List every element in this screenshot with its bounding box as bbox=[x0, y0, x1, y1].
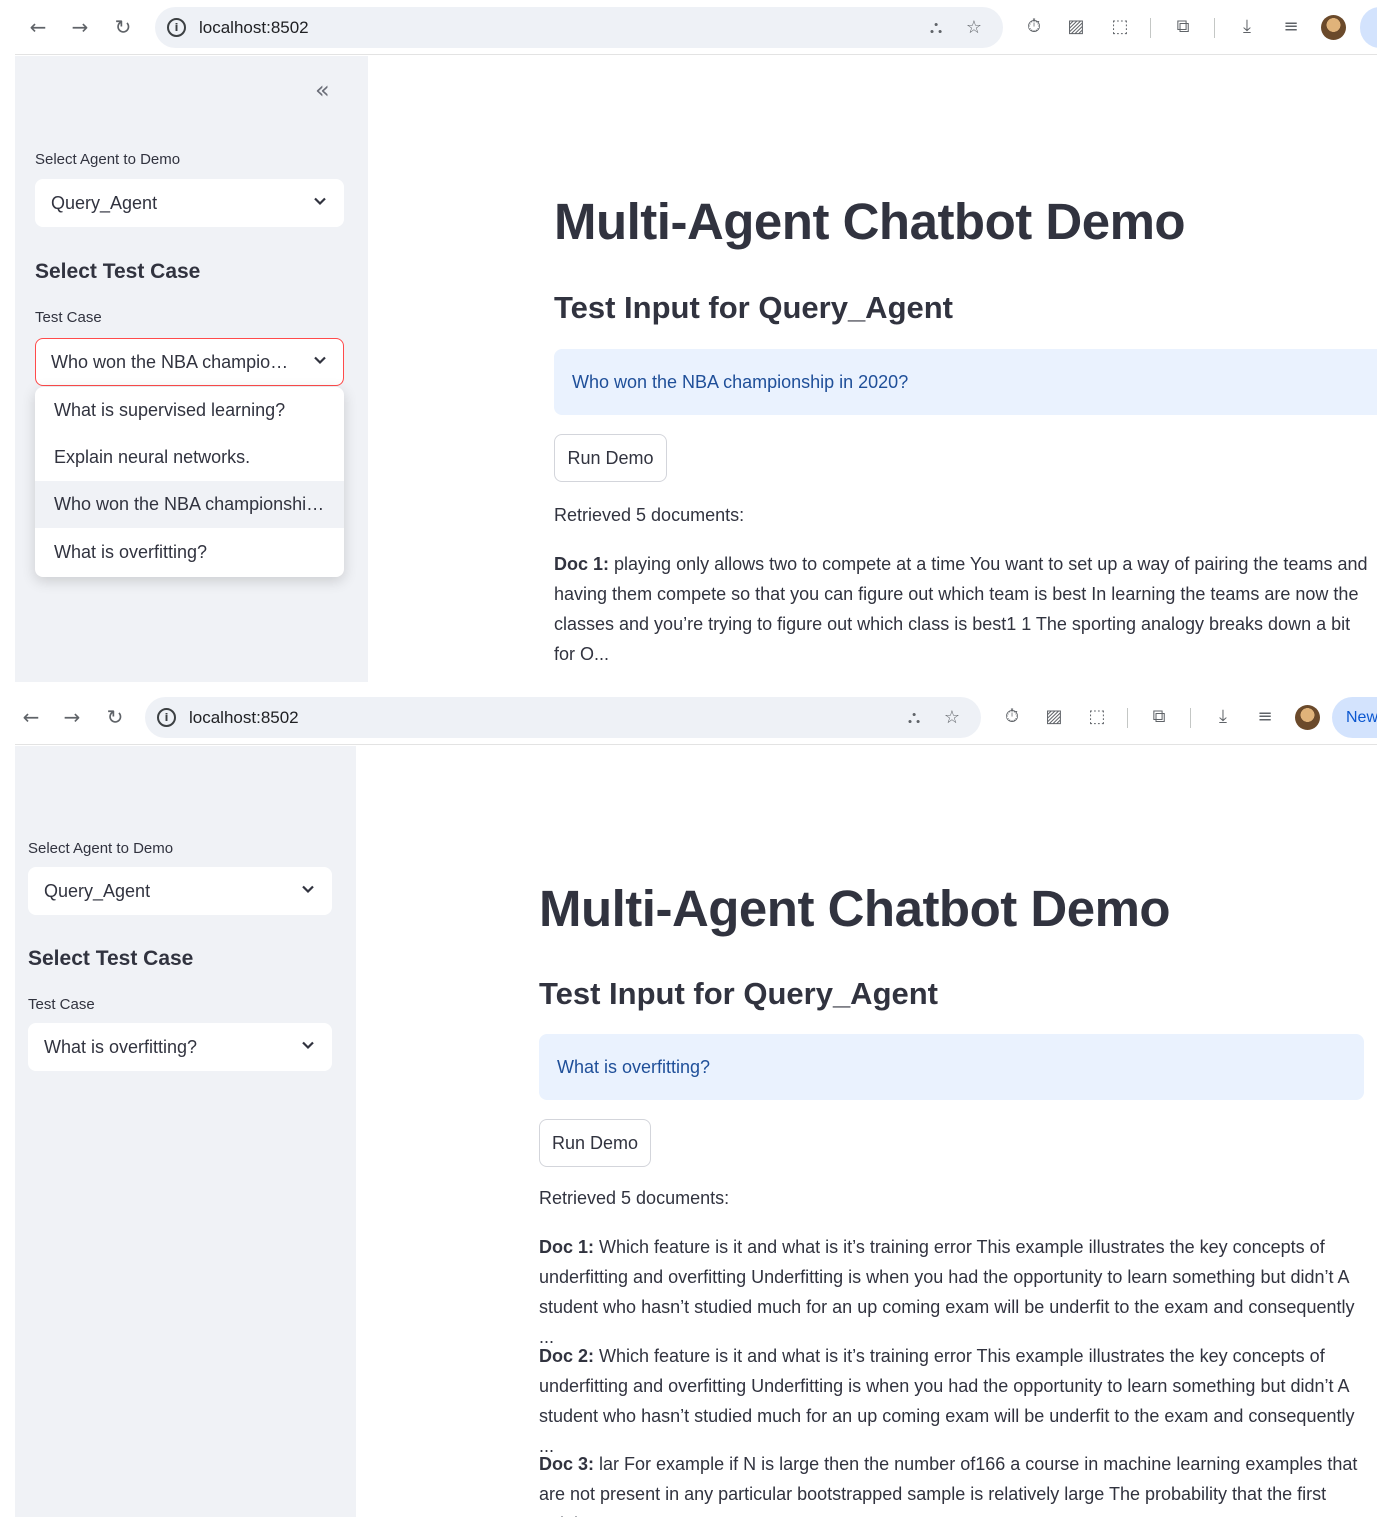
test-input-text: Who won the NBA championship in 2020? bbox=[572, 372, 909, 392]
avatar[interactable] bbox=[1321, 15, 1346, 40]
test-case-select[interactable]: Who won the NBA champio… bbox=[35, 338, 344, 386]
media-controls-icon[interactable]: ≡ bbox=[1279, 15, 1303, 39]
doc-label: Doc 2: bbox=[539, 1346, 595, 1366]
doc-item: Doc 1: playing only allows two to compet… bbox=[554, 549, 1372, 669]
test-case-label: Test Case bbox=[35, 309, 102, 326]
doc-text: lar For example if N is large then the n… bbox=[539, 1454, 1358, 1517]
doc-item: Doc 1: Which feature is it and what is i… bbox=[539, 1232, 1364, 1352]
address-url[interactable]: localhost:8502 bbox=[189, 708, 299, 728]
test-input-box: Who won the NBA championship in 2020? bbox=[554, 349, 1377, 415]
test-case-label: Test Case bbox=[28, 996, 95, 1013]
doc-item: Doc 2: Which feature is it and what is i… bbox=[539, 1341, 1364, 1461]
new-button[interactable] bbox=[1360, 7, 1377, 48]
sidebar: « Select Agent to Demo Query_Agent Selec… bbox=[15, 56, 368, 682]
page-title: Multi-Agent Chatbot Demo bbox=[539, 880, 1171, 937]
test-case-heading: Select Test Case bbox=[35, 260, 201, 283]
timer-icon[interactable]: ⏱ bbox=[1000, 705, 1024, 729]
doc-label: Doc 3: bbox=[539, 1454, 595, 1474]
browser-toolbar: ← → ↻ i localhost:8502 ⛬ ☆ ⏱ ▨ ⬚ ⧉ ⤓ ≡ bbox=[15, 0, 1377, 55]
address-bar[interactable]: i localhost:8502 ⛬ ☆ bbox=[145, 697, 981, 738]
info-icon[interactable]: i bbox=[167, 18, 186, 37]
download-icon[interactable]: ⤓ bbox=[1211, 705, 1235, 729]
doc-text: Which feature is it and what is it’s tra… bbox=[539, 1237, 1355, 1347]
back-icon[interactable]: ← bbox=[25, 14, 51, 40]
chevron-down-icon bbox=[302, 1041, 314, 1050]
screenshot-bottom: ← → ↻ i localhost:8502 ⛬ ☆ ⏱ ▨ ⬚ ⧉ ⤓ ≡ N… bbox=[15, 690, 1377, 1517]
back-icon[interactable]: ← bbox=[18, 704, 44, 730]
toolbar-separator bbox=[1190, 708, 1191, 728]
download-icon[interactable]: ⤓ bbox=[1235, 15, 1259, 39]
test-case-dropdown-menu: What is supervised learning? Explain neu… bbox=[35, 387, 344, 577]
retrieved-count-text: Retrieved 5 documents: bbox=[554, 505, 745, 525]
run-demo-button[interactable]: Run Demo bbox=[554, 434, 667, 482]
test-case-select-value: What is overfitting? bbox=[44, 1037, 198, 1057]
star-icon[interactable]: ☆ bbox=[962, 16, 986, 40]
doc-text: playing only allows two to compete at a … bbox=[554, 554, 1368, 664]
new-button[interactable]: New bbox=[1332, 697, 1377, 738]
agent-select-label: Select Agent to Demo bbox=[28, 840, 174, 857]
page-subtitle: Test Input for Query_Agent bbox=[539, 976, 939, 1011]
sidebar: Select Agent to Demo Query_Agent Select … bbox=[15, 746, 356, 1517]
toolbar-separator bbox=[1214, 18, 1215, 38]
extension-icon[interactable]: ▨ bbox=[1042, 705, 1066, 729]
star-icon[interactable]: ☆ bbox=[940, 706, 964, 730]
dropdown-option[interactable]: What is supervised learning? bbox=[35, 387, 344, 434]
timer-icon[interactable]: ⏱ bbox=[1022, 15, 1046, 39]
test-case-select-value: Who won the NBA champio… bbox=[51, 352, 289, 372]
test-input-box: What is overfitting? bbox=[539, 1034, 1364, 1100]
agent-select[interactable]: Query_Agent bbox=[35, 179, 344, 227]
cast-search-icon[interactable]: ⧉ bbox=[1171, 15, 1195, 39]
double-chevron-left-icon[interactable]: « bbox=[315, 76, 330, 104]
cast-search-icon[interactable]: ⧉ bbox=[1147, 705, 1171, 729]
dropdown-option[interactable]: Explain neural networks. bbox=[35, 434, 344, 481]
toolbar-separator bbox=[1150, 18, 1151, 38]
agent-select[interactable]: Query_Agent bbox=[28, 867, 332, 915]
dropdown-option[interactable]: What is overfitting? bbox=[35, 529, 344, 576]
test-input-text: What is overfitting? bbox=[557, 1057, 711, 1077]
dropdown-option[interactable]: Who won the NBA championshi… bbox=[35, 481, 344, 528]
doc-label: Doc 1: bbox=[554, 554, 610, 574]
puzzle-icon[interactable]: ⬚ bbox=[1108, 15, 1132, 39]
agent-select-label: Select Agent to Demo bbox=[35, 151, 181, 168]
translate-icon[interactable]: ⛬ bbox=[924, 16, 948, 40]
agent-select-value: Query_Agent bbox=[44, 881, 151, 901]
info-icon[interactable]: i bbox=[157, 708, 176, 727]
reload-icon[interactable]: ↻ bbox=[110, 14, 136, 40]
address-url[interactable]: localhost:8502 bbox=[199, 18, 309, 38]
chevron-down-icon bbox=[314, 356, 326, 365]
address-bar[interactable]: i localhost:8502 ⛬ ☆ bbox=[155, 7, 1003, 48]
doc-text: Which feature is it and what is it’s tra… bbox=[539, 1346, 1355, 1456]
agent-select-value: Query_Agent bbox=[51, 193, 158, 213]
retrieved-count-text: Retrieved 5 documents: bbox=[539, 1188, 730, 1208]
puzzle-icon[interactable]: ⬚ bbox=[1085, 705, 1109, 729]
test-case-heading: Select Test Case bbox=[28, 947, 194, 970]
media-controls-icon[interactable]: ≡ bbox=[1253, 705, 1277, 729]
forward-icon[interactable]: → bbox=[59, 704, 85, 730]
chevron-down-icon bbox=[302, 885, 314, 894]
screenshot-top: ← → ↻ i localhost:8502 ⛬ ☆ ⏱ ▨ ⬚ ⧉ ⤓ ≡ «… bbox=[15, 0, 1377, 682]
avatar[interactable] bbox=[1295, 705, 1320, 730]
browser-toolbar: ← → ↻ i localhost:8502 ⛬ ☆ ⏱ ▨ ⬚ ⧉ ⤓ ≡ N… bbox=[15, 690, 1377, 745]
page-title: Multi-Agent Chatbot Demo bbox=[554, 193, 1186, 250]
toolbar-separator bbox=[1127, 708, 1128, 728]
reload-icon[interactable]: ↻ bbox=[102, 704, 128, 730]
chevron-down-icon bbox=[314, 197, 326, 206]
test-case-select[interactable]: What is overfitting? bbox=[28, 1023, 332, 1071]
run-demo-button[interactable]: Run Demo bbox=[539, 1119, 651, 1167]
forward-icon[interactable]: → bbox=[67, 14, 93, 40]
translate-icon[interactable]: ⛬ bbox=[902, 706, 926, 730]
doc-label: Doc 1: bbox=[539, 1237, 595, 1257]
extension-icon[interactable]: ▨ bbox=[1064, 15, 1088, 39]
doc-item: Doc 3: lar For example if N is large the… bbox=[539, 1449, 1364, 1517]
page-subtitle: Test Input for Query_Agent bbox=[554, 290, 954, 325]
